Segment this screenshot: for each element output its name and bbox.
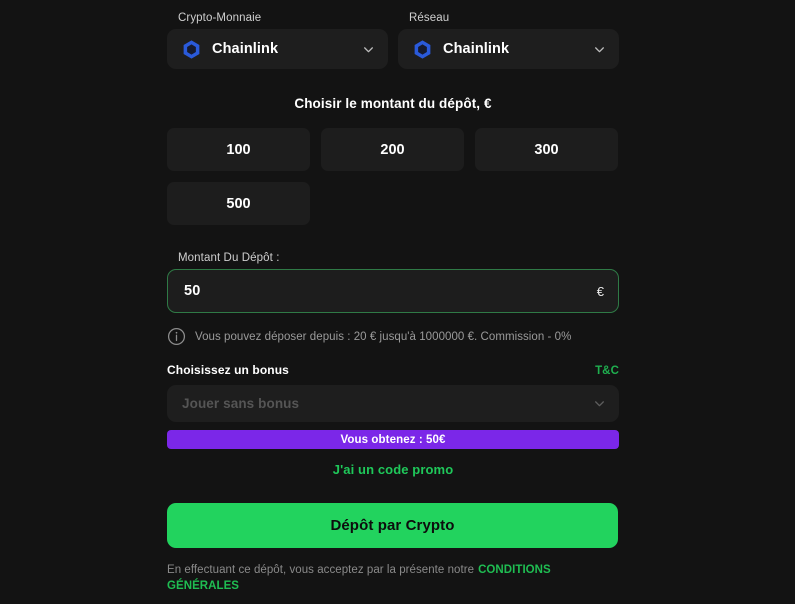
chainlink-hexagon-icon	[412, 39, 433, 60]
promo-code-link[interactable]: J'ai un code promo	[167, 462, 619, 477]
deposit-limits-text: Vous pouvez déposer depuis : 20 € jusqu'…	[195, 330, 572, 343]
amount-heading: Choisir le montant du dépôt, €	[294, 96, 492, 111]
chainlink-hexagon-icon	[181, 39, 202, 60]
preset-amount-button[interactable]: 300	[475, 128, 618, 171]
preset-amount-grid: 100 200 300 500	[167, 128, 619, 225]
bonus-select-value: Jouer sans bonus	[182, 396, 300, 411]
terms-conditions-link[interactable]: T&C	[595, 365, 619, 377]
bonus-header: Choisissez un bonus T&C	[167, 363, 619, 377]
deposit-submit-button[interactable]: Dépôt par Crypto	[167, 503, 618, 548]
preset-amount-button[interactable]: 100	[167, 128, 310, 171]
crypto-deposit-panel: Crypto-Monnaie Chainlink Réseau Chainlin…	[167, 0, 619, 604]
bonus-select[interactable]: Jouer sans bonus	[167, 385, 619, 422]
currency-network-row: Crypto-Monnaie Chainlink Réseau Chainlin…	[167, 0, 619, 69]
preset-amount-button[interactable]: 500	[167, 182, 310, 225]
chevron-down-icon[interactable]	[362, 43, 375, 56]
network-label: Réseau	[409, 12, 450, 24]
deposit-limits-hint: Vous pouvez déposer depuis : 20 € jusqu'…	[167, 327, 619, 346]
crypto-currency-value: Chainlink	[212, 41, 279, 57]
network-value: Chainlink	[443, 41, 510, 57]
deposit-amount-field[interactable]: €	[167, 269, 619, 313]
crypto-currency-group: Crypto-Monnaie Chainlink	[167, 12, 388, 69]
deposit-amount-input[interactable]	[184, 283, 597, 299]
chevron-down-icon[interactable]	[593, 43, 606, 56]
network-group: Réseau Chainlink	[398, 12, 619, 69]
bonus-reward-bar: Vous obtenez : 50€	[167, 430, 619, 449]
currency-symbol: €	[596, 283, 604, 299]
bonus-section: Choisissez un bonus T&C Jouer sans bonus…	[167, 363, 619, 477]
bonus-title: Choisissez un bonus	[167, 363, 289, 377]
chevron-down-icon[interactable]	[593, 397, 606, 410]
terms-disclaimer-text: En effectuant ce dépôt, vous acceptez pa…	[167, 564, 475, 576]
network-select[interactable]: Chainlink	[398, 29, 619, 69]
info-circle-icon	[167, 327, 186, 346]
crypto-currency-label: Crypto-Monnaie	[178, 12, 262, 24]
crypto-currency-select[interactable]: Chainlink	[167, 29, 388, 69]
deposit-amount-section: Montant Du Dépôt : € Vous pouvez déposer…	[167, 252, 619, 346]
terms-disclaimer: En effectuant ce dépôt, vous acceptez pa…	[167, 562, 619, 594]
preset-amount-button[interactable]: 200	[321, 128, 464, 171]
deposit-amount-label: Montant Du Dépôt :	[178, 252, 280, 264]
